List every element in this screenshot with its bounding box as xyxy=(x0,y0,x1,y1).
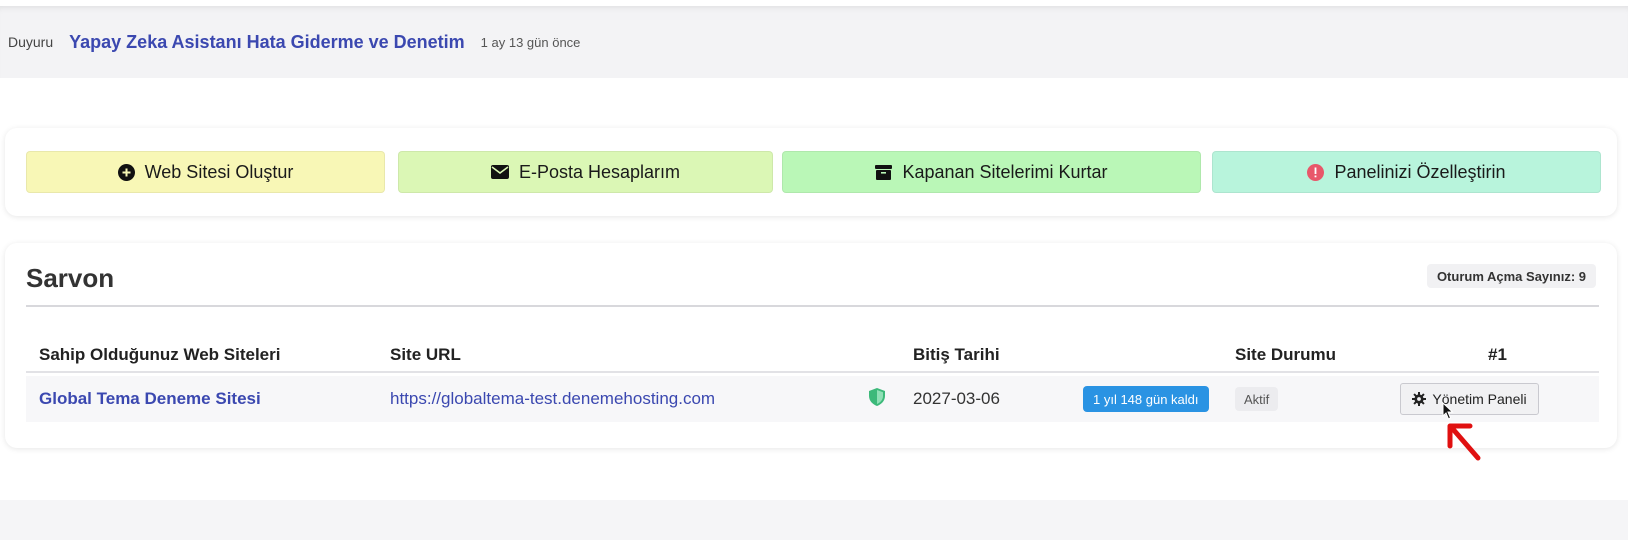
divider xyxy=(26,305,1599,307)
announcement-title-link[interactable]: Yapay Zeka Asistanı Hata Giderme ve Dene… xyxy=(69,32,465,53)
create-website-label: Web Sitesi Oluştur xyxy=(144,161,294,182)
customize-panel-button[interactable]: Panelinizi Özelleştirin xyxy=(1212,151,1601,193)
login-count-badge: Oturum Açma Sayınız: 9 xyxy=(1426,264,1596,288)
alert-circle-icon xyxy=(1307,163,1325,181)
section-title: Sarvon xyxy=(26,263,115,293)
status-badge: Aktif xyxy=(1235,387,1279,411)
column-header-websites: Sahip Olduğunuz Web Siteleri xyxy=(39,345,281,364)
red-arrow-icon xyxy=(1444,420,1484,467)
column-header-actions: #1 xyxy=(1488,345,1507,364)
websites-card: Sarvon Oturum Açma Sayınız: 9 Sahip Oldu… xyxy=(5,243,1617,448)
customize-panel-label: Panelinizi Özelleştirin xyxy=(1334,161,1506,182)
footer-band xyxy=(0,500,1628,540)
email-accounts-button[interactable]: E-Posta Hesaplarım xyxy=(398,151,773,193)
recover-closed-sites-button[interactable]: Kapanan Sitelerimi Kurtar xyxy=(782,151,1201,193)
gear-icon xyxy=(1412,392,1427,406)
email-accounts-label: E-Posta Hesaplarım xyxy=(518,161,681,182)
end-date: 2027-03-06 xyxy=(913,389,1000,408)
announcement-bar: Duyuru Yapay Zeka Asistanı Hata Giderme … xyxy=(0,6,1628,78)
management-panel-button[interactable]: Yönetim Paneli xyxy=(1400,383,1539,415)
column-header-end-date: Bitiş Tarihi xyxy=(913,345,1000,364)
site-url-link[interactable]: https://globaltema-test.denemehosting.co… xyxy=(390,389,715,409)
announcement-tag: Duyuru xyxy=(8,34,54,50)
column-header-url: Site URL xyxy=(390,345,461,364)
announcement-time: 1 ay 13 gün önce xyxy=(480,34,581,50)
archive-icon xyxy=(875,164,893,180)
envelope-icon xyxy=(490,165,509,179)
table-header: Sahip Olduğunuz Web Siteleri Site URL Bi… xyxy=(26,339,1599,373)
table-row: Global Tema Deneme Sitesi https://global… xyxy=(26,376,1599,422)
site-name-link[interactable]: Global Tema Deneme Sitesi xyxy=(39,389,261,409)
quick-actions-card: Web Sitesi Oluştur E-Posta Hesaplarım Ka… xyxy=(5,128,1617,216)
shield-icon xyxy=(869,387,885,411)
days-left-badge: 1 yıl 148 gün kaldı xyxy=(1083,386,1209,412)
plus-circle-icon xyxy=(117,163,135,181)
recover-closed-sites-label: Kapanan Sitelerimi Kurtar xyxy=(902,161,1108,182)
column-header-status: Site Durumu xyxy=(1235,345,1337,364)
create-website-button[interactable]: Web Sitesi Oluştur xyxy=(26,151,385,193)
